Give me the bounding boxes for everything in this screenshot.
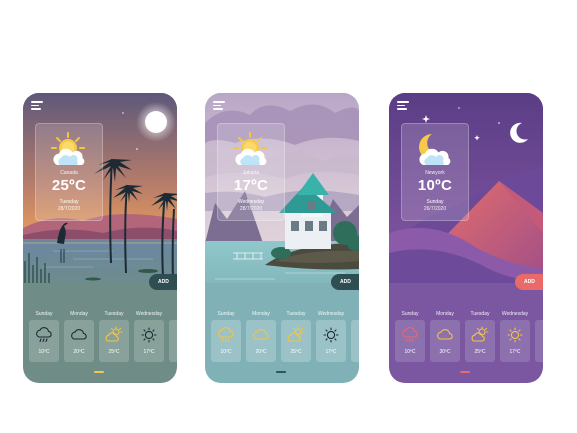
current-temperature: 25ºC: [51, 177, 87, 194]
forecast-day-label: Sunday: [217, 311, 235, 317]
rain-cloud-icon: [400, 326, 420, 344]
forecast-temp: 17ºC: [325, 349, 337, 355]
current-day: Sunday: [426, 199, 444, 205]
page-indicator: [460, 371, 470, 373]
forecast-day-wednesday[interactable]: Wednesday 17ºC: [133, 311, 165, 362]
forecast-temp: 10ºC: [404, 349, 416, 355]
forecast-day-label: Tuesday: [470, 311, 490, 317]
forecast-day-tuesday[interactable]: Tuesday 25ºC: [98, 311, 130, 362]
weather-phone-evening: Canada 25ºC Tuesday 28/7/2020 ADD Sunday…: [23, 93, 177, 383]
forecast-day-sunday[interactable]: Sunday 10ºC: [394, 311, 426, 362]
weekly-forecast: Sunday 10ºC Monday 20ºC Tuesday 25ºC Wed…: [210, 311, 359, 367]
add-city-button[interactable]: ADD: [515, 274, 543, 290]
city-name: Jakarta: [242, 170, 260, 176]
forecast-day-label: Sunday: [35, 311, 53, 317]
current-temperature: 10ºC: [417, 177, 453, 194]
forecast-day-label: Wednesday: [317, 311, 345, 317]
forecast-day-label: Tuesday: [286, 311, 306, 317]
forecast-temp: 25ºC: [474, 349, 486, 355]
sun-icon: [321, 326, 341, 344]
forecast-day-label: T: [168, 311, 177, 320]
current-date: 26/7/2020: [423, 206, 447, 212]
weather-phone-night: Newyork 10ºC Sunday 26/7/2020 ADD Sunday…: [389, 93, 543, 383]
weather-phone-day: Jakarta 17ºC Wednesday 28/7/2020 ADD Sun…: [205, 93, 359, 383]
rain-cloud-icon: [216, 326, 236, 344]
cloud-icon: [435, 326, 455, 344]
menu-icon[interactable]: [213, 101, 225, 111]
add-city-button[interactable]: ADD: [331, 274, 359, 290]
forecast-temp: 25ºC: [290, 349, 302, 355]
partly-cloudy-icon: [470, 326, 490, 344]
current-weather-card: Jakarta 17ºC Wednesday 28/7/2020: [217, 123, 285, 221]
forecast-day-label: Monday: [70, 311, 88, 317]
add-city-button[interactable]: ADD: [149, 274, 177, 290]
weekly-forecast: Sunday 10ºC Monday 20ºC Tuesday 25ºC Wed…: [28, 311, 177, 367]
menu-icon[interactable]: [397, 101, 409, 111]
menu-icon[interactable]: [31, 101, 43, 111]
current-weather-card: Newyork 10ºC Sunday 26/7/2020: [401, 123, 469, 221]
moon-cloud-icon: [414, 132, 456, 168]
forecast-temp: 17ºC: [143, 349, 155, 355]
forecast-day-monday[interactable]: Monday 20ºC: [63, 311, 95, 362]
forecast-day-label: Monday: [436, 311, 454, 317]
city-name: Newyork: [425, 170, 445, 176]
forecast-day-sunday[interactable]: Sunday 10ºC: [28, 311, 60, 362]
weekly-forecast: Sunday 10ºC Monday 30ºC Tuesday 25ºC Wed…: [394, 311, 543, 367]
sun-icon: [505, 326, 525, 344]
current-weather-card: Canada 25ºC Tuesday 28/7/2020: [35, 123, 103, 221]
forecast-day-thursday[interactable]: T: [168, 311, 177, 362]
forecast-day-label: Tuesday: [104, 311, 124, 317]
forecast-day-wednesday[interactable]: Wednesday 17ºC: [499, 311, 531, 362]
forecast-day-tuesday[interactable]: Tuesday 25ºC: [280, 311, 312, 362]
rain-cloud-icon: [34, 326, 54, 344]
forecast-day-thursday[interactable]: T: [534, 311, 543, 362]
forecast-day-monday[interactable]: Monday 30ºC: [429, 311, 461, 362]
forecast-temp: 30ºC: [439, 349, 451, 355]
partly-cloudy-icon: [286, 326, 306, 344]
forecast-day-label: Sunday: [401, 311, 419, 317]
forecast-temp: 10ºC: [220, 349, 232, 355]
forecast-day-tuesday[interactable]: Tuesday 25ºC: [464, 311, 496, 362]
current-day: Wednesday: [237, 199, 265, 205]
page-indicator: [94, 371, 104, 373]
forecast-day-label: Wednesday: [135, 311, 163, 317]
forecast-day-sunday[interactable]: Sunday 10ºC: [210, 311, 242, 362]
forecast-day-label: Monday: [252, 311, 270, 317]
partly-cloudy-icon: [104, 326, 124, 344]
forecast-day-thursday[interactable]: T: [350, 311, 359, 362]
current-day: Tuesday: [59, 199, 79, 205]
forecast-temp: 20ºC: [73, 349, 85, 355]
city-name: Canada: [60, 170, 78, 176]
forecast-day-label: Wednesday: [501, 311, 529, 317]
forecast-temp: 17ºC: [509, 349, 521, 355]
forecast-temp: 10ºC: [38, 349, 50, 355]
forecast-day-label: T: [350, 311, 359, 320]
current-date: 28/7/2020: [57, 206, 81, 212]
sun-cloud-icon: [230, 132, 272, 168]
cloud-icon: [251, 326, 271, 344]
forecast-temp: 20ºC: [255, 349, 267, 355]
current-temperature: 17ºC: [233, 177, 269, 194]
page-indicator: [276, 371, 286, 373]
sun-cloud-icon: [48, 132, 90, 168]
current-date: 28/7/2020: [239, 206, 263, 212]
forecast-day-wednesday[interactable]: Wednesday 17ºC: [315, 311, 347, 362]
forecast-day-monday[interactable]: Monday 20ºC: [245, 311, 277, 362]
forecast-day-label: T: [534, 311, 543, 320]
sun-icon: [139, 326, 159, 344]
forecast-temp: 25ºC: [108, 349, 120, 355]
cloud-icon: [69, 326, 89, 344]
